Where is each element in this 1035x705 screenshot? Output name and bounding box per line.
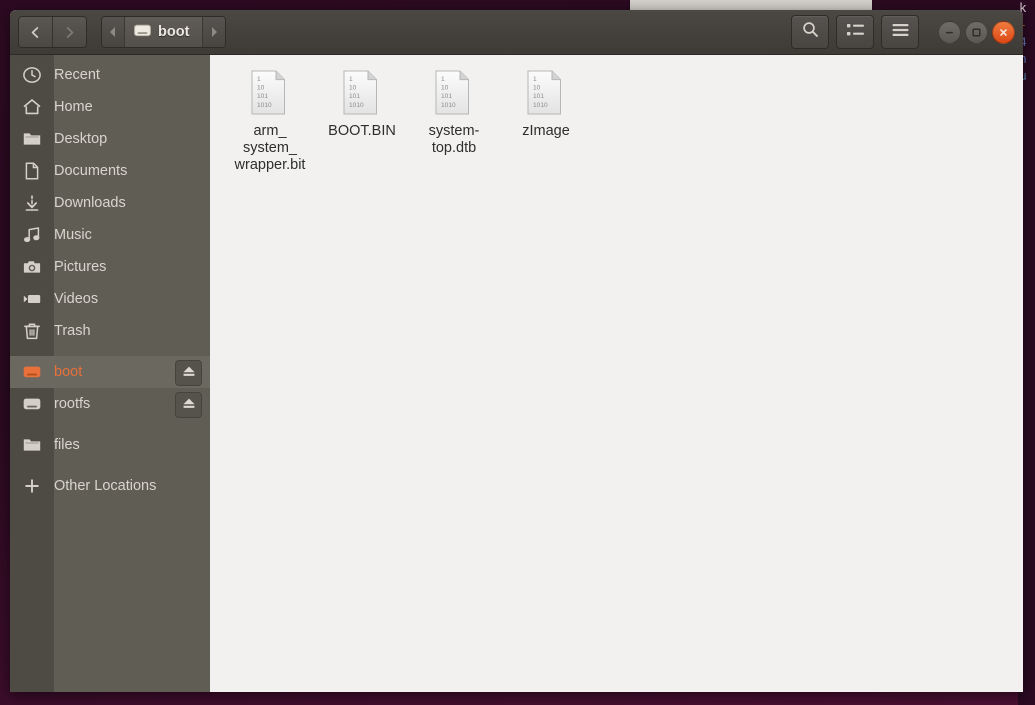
file-item[interactable]: 1 10 101 1010 BOOT.BIN <box>317 67 407 174</box>
back-button[interactable] <box>19 17 53 47</box>
binary-file-icon: 1 10 101 1010 <box>343 70 381 116</box>
sidebar-item-pictures[interactable]: Pictures <box>10 251 210 283</box>
clock-icon <box>10 66 54 84</box>
sidebar-item-label: files <box>54 437 80 453</box>
file-item[interactable]: 1 10 101 1010 system- top.dtb <box>409 67 499 174</box>
forward-button[interactable] <box>53 17 86 47</box>
list-view-icon <box>846 23 864 42</box>
drive-harddisk-icon <box>134 24 151 41</box>
sidebar-item-other-locations[interactable]: Other Locations <box>10 470 210 502</box>
search-button[interactable] <box>791 15 829 49</box>
svg-text:1: 1 <box>533 76 537 83</box>
minimize-button[interactable] <box>938 20 961 44</box>
drive-icon <box>10 395 54 413</box>
file-item[interactable]: 1 10 101 1010 arm_ system_ wrapper.bit <box>225 67 315 174</box>
eject-icon <box>182 397 196 414</box>
svg-text:1: 1 <box>257 76 261 83</box>
music-icon <box>10 226 54 244</box>
screen: k - 4 n u <box>0 0 1035 705</box>
binary-file-icon: 1 10 101 1010 <box>251 70 289 116</box>
sidebar-item-label: Trash <box>54 323 91 339</box>
file-item[interactable]: 1 10 101 1010 zImage <box>501 67 591 174</box>
sidebar-item-label: Music <box>54 227 92 243</box>
svg-text:10: 10 <box>533 85 541 92</box>
eject-icon <box>182 365 196 382</box>
plus-icon <box>10 477 54 495</box>
file-name-label: zImage <box>522 123 570 139</box>
sidebar-item-desktop[interactable]: Desktop <box>10 123 210 155</box>
header-tools <box>791 15 1015 49</box>
eject-button[interactable] <box>175 360 202 386</box>
file-grid[interactable]: 1 10 101 1010 arm_ system_ wrapper.bit 1 10 101… <box>210 55 1023 692</box>
folder-icon <box>10 130 54 148</box>
binary-file-icon: 1 10 101 1010 <box>527 70 565 116</box>
file-name-label: BOOT.BIN <box>328 123 396 139</box>
breadcrumb-label: boot <box>158 24 190 40</box>
sidebar-item-videos[interactable]: Videos <box>10 283 210 315</box>
svg-text:1010: 1010 <box>257 102 272 109</box>
svg-text:1: 1 <box>441 76 445 83</box>
svg-text:10: 10 <box>257 85 265 92</box>
sidebar-item-documents[interactable]: Documents <box>10 155 210 187</box>
video-icon <box>10 290 54 308</box>
svg-text:1010: 1010 <box>441 102 456 109</box>
svg-text:101: 101 <box>441 93 452 100</box>
svg-text:1010: 1010 <box>349 102 364 109</box>
path-scroll-left-icon[interactable] <box>102 17 124 47</box>
header-bar: boot <box>10 10 1023 55</box>
sidebar-item-label: Desktop <box>54 131 108 147</box>
sidebar-item-label: Recent <box>54 67 100 83</box>
view-options-button[interactable] <box>836 15 874 49</box>
camera-icon <box>10 258 54 276</box>
sidebar-item-label: Pictures <box>54 259 107 275</box>
document-icon <box>10 162 54 180</box>
svg-text:1: 1 <box>349 76 353 83</box>
svg-text:101: 101 <box>349 93 360 100</box>
maximize-button[interactable] <box>965 20 988 44</box>
sidebar-item-downloads[interactable]: Downloads <box>10 187 210 219</box>
drive-orange-icon <box>10 363 54 381</box>
svg-text:10: 10 <box>349 85 357 92</box>
file-name-label: arm_ system_ wrapper.bit <box>234 123 306 173</box>
sidebar-item-home[interactable]: Home <box>10 91 210 123</box>
maximize-icon <box>971 27 982 38</box>
breadcrumb-boot[interactable]: boot <box>124 17 204 47</box>
sidebar-item-recent[interactable]: Recent <box>10 59 210 91</box>
sidebar-item-boot[interactable]: boot <box>10 356 210 388</box>
sidebar-item-files[interactable]: files <box>10 429 210 461</box>
window-controls <box>938 20 1015 44</box>
eject-button[interactable] <box>175 392 202 418</box>
search-icon <box>802 21 819 43</box>
sidebar-item-label: Home <box>54 99 93 115</box>
sidebar-item-music[interactable]: Music <box>10 219 210 251</box>
close-button[interactable] <box>992 20 1015 44</box>
menu-button[interactable] <box>881 15 919 49</box>
sidebar-item-label: Other Locations <box>54 478 157 494</box>
sidebar-item-label: Documents <box>54 163 128 179</box>
path-bar: boot <box>101 16 227 48</box>
hamburger-menu-icon <box>892 23 909 42</box>
download-icon <box>10 194 54 212</box>
sidebar: Recent Home Desktop Documents Downloads Music… <box>10 55 210 692</box>
window-body: Recent Home Desktop Documents Downloads Music… <box>10 55 1023 692</box>
file-manager-window: boot Recent Home Desktop Documents Downl… <box>10 10 1023 692</box>
home-icon <box>10 98 54 116</box>
sidebar-item-trash[interactable]: Trash <box>10 315 210 347</box>
svg-text:1010: 1010 <box>533 102 548 109</box>
trash-icon <box>10 322 54 340</box>
minimize-icon <box>944 27 955 38</box>
close-icon <box>998 27 1009 38</box>
path-scroll-right-icon[interactable] <box>203 17 226 47</box>
sidebar-item-label: Videos <box>54 291 99 307</box>
navigation-buttons <box>18 16 87 48</box>
sidebar-item-rootfs[interactable]: rootfs <box>10 388 210 420</box>
binary-file-icon: 1 10 101 1010 <box>435 70 473 116</box>
svg-text:101: 101 <box>257 93 268 100</box>
sidebar-item-label: Downloads <box>54 195 126 211</box>
svg-text:10: 10 <box>441 85 449 92</box>
svg-text:101: 101 <box>533 93 544 100</box>
file-name-label: system- top.dtb <box>428 123 480 156</box>
folder-icon <box>10 436 54 454</box>
